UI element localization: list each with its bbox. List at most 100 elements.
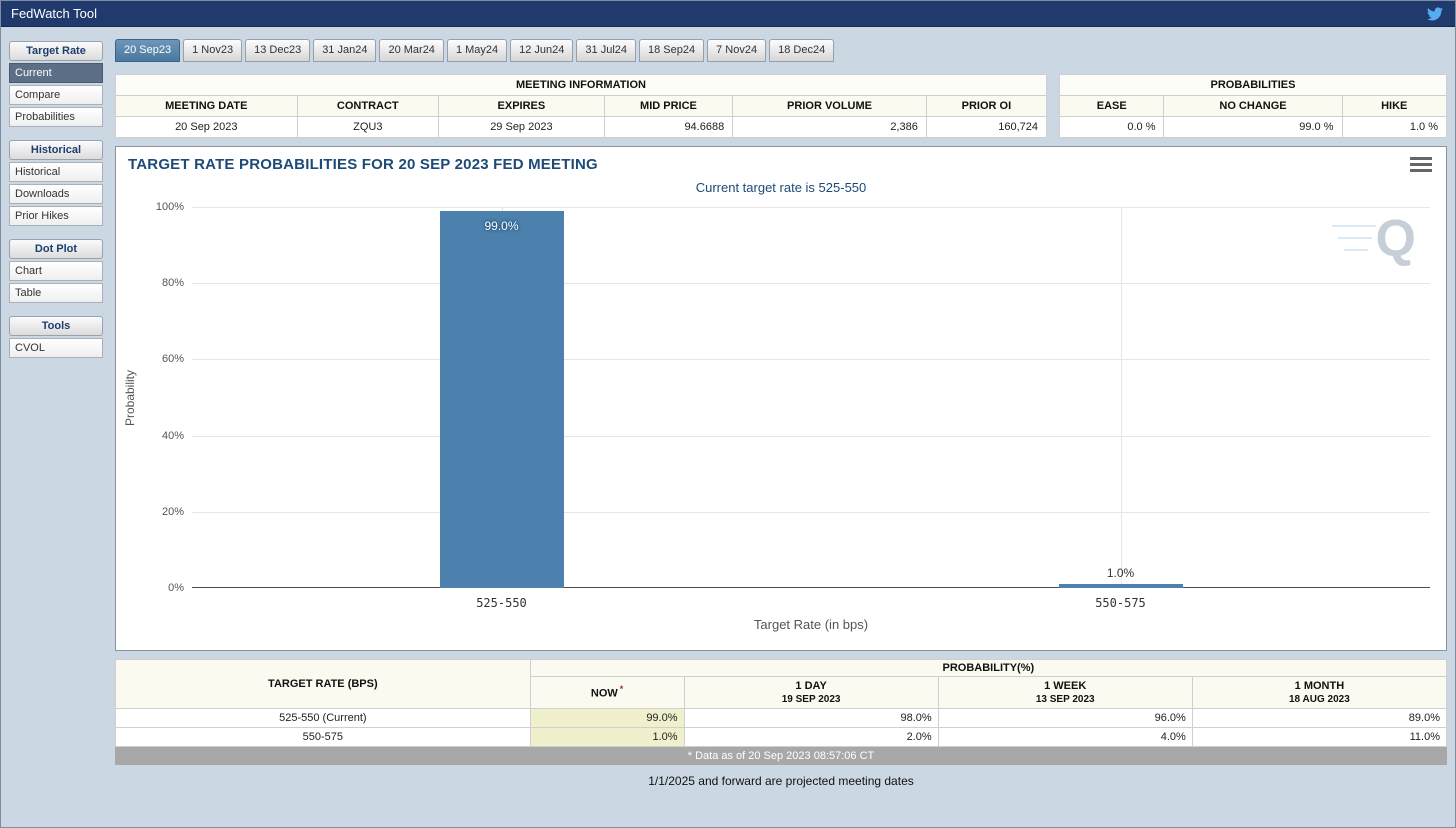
col-1-month-label: 1 MONTH bbox=[1294, 680, 1345, 692]
watermark-q-logo: Q bbox=[1332, 213, 1416, 273]
col-1-day-label: 1 DAY bbox=[795, 680, 827, 692]
tab-31-jul24[interactable]: 31 Jul24 bbox=[576, 39, 636, 62]
row-525-550-1month: 89.0% bbox=[1191, 708, 1448, 729]
meeting-info-title: MEETING INFORMATION bbox=[115, 74, 1047, 96]
col-no-change: NO CHANGE bbox=[1163, 95, 1343, 117]
y-tick-label: 60% bbox=[161, 353, 184, 366]
sidebar-section-tools: Tools CVOL bbox=[9, 316, 103, 358]
sidebar-item-prior-hikes[interactable]: Prior Hikes bbox=[9, 206, 103, 226]
col-1-week: 1 WEEK 13 SEP 2023 bbox=[937, 675, 1193, 710]
content-area: 20 Sep23 1 Nov23 13 Dec23 31 Jan24 20 Ma… bbox=[115, 39, 1448, 789]
meeting-information-table: MEETING INFORMATION MEETING DATE CONTRAC… bbox=[115, 74, 1048, 138]
meeting-date-tabs: 20 Sep23 1 Nov23 13 Dec23 31 Jan24 20 Ma… bbox=[115, 39, 1447, 62]
row-525-550-rate: 525-550 (Current) bbox=[115, 708, 531, 729]
data-as-of-note: * Data as of 20 Sep 2023 08:57:06 CT bbox=[115, 746, 1447, 766]
col-group-probability: PROBABILITY(%) bbox=[529, 659, 1448, 677]
sidebar-item-downloads[interactable]: Downloads bbox=[9, 184, 103, 204]
value-prior-oi: 160,724 bbox=[925, 116, 1048, 138]
tab-31-jan24[interactable]: 31 Jan24 bbox=[313, 39, 377, 62]
tab-7-nov24[interactable]: 7 Nov24 bbox=[707, 39, 767, 62]
col-1-month-date: 18 AUG 2023 bbox=[1289, 694, 1350, 706]
col-1-week-label: 1 WEEK bbox=[1044, 680, 1087, 692]
x-axis-line bbox=[192, 587, 1430, 588]
y-axis-title: Probability bbox=[123, 369, 137, 426]
sidebar-item-historical[interactable]: Historical bbox=[9, 162, 103, 182]
sidebar-item-table[interactable]: Table bbox=[9, 283, 103, 303]
tab-20-sep23[interactable]: 20 Sep23 bbox=[115, 39, 181, 62]
main-layout: Target Rate Current Compare Probabilitie… bbox=[1, 27, 1455, 790]
row-525-550-1week: 96.0% bbox=[937, 708, 1193, 729]
col-1-day: 1 DAY 19 SEP 2023 bbox=[683, 675, 939, 710]
table-footnote-row: * Data as of 20 Sep 2023 08:57:06 CT bbox=[115, 746, 1447, 766]
row-550-575-1day: 2.0% bbox=[683, 727, 939, 748]
sidebar: Target Rate Current Compare Probabilitie… bbox=[9, 41, 103, 790]
x-category-label: 550-575 bbox=[1095, 596, 1146, 610]
sidebar-item-current[interactable]: Current bbox=[9, 63, 103, 83]
app-title: FedWatch Tool bbox=[11, 6, 97, 21]
target-rate-probabilities-chart: TARGET RATE PROBABILITIES FOR 20 SEP 202… bbox=[115, 146, 1447, 651]
value-prior-volume: 2,386 bbox=[732, 116, 927, 138]
col-1-week-date: 13 SEP 2023 bbox=[1035, 694, 1095, 706]
sidebar-header-historical[interactable]: Historical bbox=[9, 140, 103, 160]
tab-20-mar24[interactable]: 20 Mar24 bbox=[379, 39, 444, 62]
tab-12-jun24[interactable]: 12 Jun24 bbox=[510, 39, 574, 62]
col-expires: EXPIRES bbox=[438, 95, 605, 117]
chart-menu-icon[interactable] bbox=[1410, 157, 1432, 175]
gridline bbox=[192, 283, 1430, 285]
bar-550-575[interactable]: 1.0% bbox=[1058, 566, 1183, 588]
tab-13-dec23[interactable]: 13 Dec23 bbox=[245, 39, 311, 62]
value-ease: 0.0 % bbox=[1058, 116, 1165, 138]
sidebar-section-historical: Historical Historical Downloads Prior Hi… bbox=[9, 140, 103, 226]
sidebar-header-tools[interactable]: Tools bbox=[9, 316, 103, 336]
gridline bbox=[192, 511, 1430, 513]
probabilities-table: PROBABILITIES EASE NO CHANGE HIKE 0.0 % … bbox=[1058, 74, 1447, 138]
sidebar-header-target-rate[interactable]: Target Rate bbox=[9, 41, 103, 61]
sidebar-header-dot-plot[interactable]: Dot Plot bbox=[9, 239, 103, 259]
bar-chart-plot: 100% 80% 60% 40% 20% 0% Probability 99.0… bbox=[123, 201, 1430, 632]
chart-subtitle: Current target rate is 525-550 bbox=[695, 180, 867, 195]
info-row: MEETING INFORMATION MEETING DATE CONTRAC… bbox=[115, 74, 1447, 138]
tab-18-dec24[interactable]: 18 Dec24 bbox=[769, 39, 835, 62]
twitter-icon[interactable] bbox=[1427, 5, 1445, 23]
col-now-label: NOW bbox=[590, 687, 618, 700]
col-1-month: 1 MONTH 18 AUG 2023 bbox=[1191, 675, 1448, 710]
gridline bbox=[192, 207, 1430, 208]
gridline bbox=[1120, 207, 1122, 588]
projected-dates-note: 1/1/2025 and forward are projected meeti… bbox=[648, 774, 914, 789]
sidebar-item-chart[interactable]: Chart bbox=[9, 261, 103, 281]
x-axis-title: Target Rate (in bps) bbox=[753, 617, 869, 632]
tab-1-nov23[interactable]: 1 Nov23 bbox=[183, 39, 243, 62]
col-now: NOW * bbox=[529, 675, 685, 710]
sidebar-section-dot-plot: Dot Plot Chart Table bbox=[9, 239, 103, 303]
y-tick-label: 100% bbox=[155, 201, 184, 213]
chart-title: TARGET RATE PROBABILITIES FOR 20 SEP 202… bbox=[128, 156, 598, 173]
value-contract: ZQU3 bbox=[296, 116, 440, 138]
probabilities-title: PROBABILITIES bbox=[1059, 74, 1447, 96]
sidebar-item-compare[interactable]: Compare bbox=[9, 85, 103, 105]
x-category-label: 525-550 bbox=[476, 596, 527, 610]
y-tick-label: 80% bbox=[161, 277, 184, 290]
tab-18-sep24[interactable]: 18 Sep24 bbox=[639, 39, 705, 62]
row-550-575-1week: 4.0% bbox=[937, 727, 1193, 748]
probability-history-table: TARGET RATE (BPS) PROBABILITY(%) NOW * 1 … bbox=[115, 658, 1448, 766]
y-tick-label: 40% bbox=[161, 429, 184, 442]
value-mid-price: 94.6688 bbox=[603, 116, 734, 138]
bar-525-550[interactable]: 99.0% bbox=[439, 210, 564, 588]
row-525-550-1day: 98.0% bbox=[683, 708, 939, 729]
row-550-575-rate: 550-575 bbox=[115, 727, 531, 748]
col-meeting-date: MEETING DATE bbox=[115, 95, 298, 117]
sidebar-item-probabilities[interactable]: Probabilities bbox=[9, 107, 103, 127]
app-header: FedWatch Tool bbox=[1, 1, 1455, 27]
value-expires: 29 Sep 2023 bbox=[438, 116, 605, 138]
row-550-575-now: 1.0% bbox=[529, 727, 685, 748]
bar-value-label: 99.0% bbox=[484, 218, 519, 233]
col-ease: EASE bbox=[1058, 95, 1165, 117]
asterisk-marker: * bbox=[619, 684, 624, 695]
sidebar-item-cvol[interactable]: CVOL bbox=[9, 338, 103, 358]
value-hike: 1.0 % bbox=[1341, 116, 1447, 138]
y-tick-label: 20% bbox=[161, 505, 184, 518]
tab-1-may24[interactable]: 1 May24 bbox=[446, 39, 508, 62]
value-no-change: 99.0 % bbox=[1163, 116, 1343, 138]
row-550-575-1month: 11.0% bbox=[1191, 727, 1448, 748]
col-mid-price: MID PRICE bbox=[603, 95, 734, 117]
